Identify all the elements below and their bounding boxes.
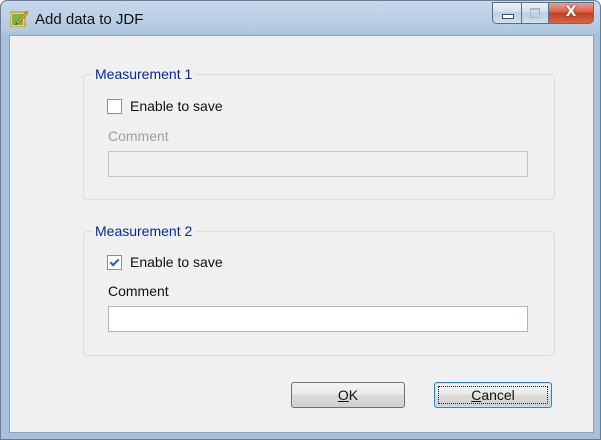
minimize-icon	[502, 14, 514, 19]
measurement-1-enable-checkbox[interactable]	[107, 98, 122, 114]
measurement-1-comment-field	[108, 151, 528, 177]
close-button[interactable]: X	[549, 2, 594, 24]
focus-rectangle	[438, 386, 548, 404]
measurement-1-group: Measurement 1 Enable to save Comment	[83, 66, 555, 200]
close-icon: X	[565, 4, 577, 20]
measurement-2-comment-field[interactable]	[108, 306, 528, 332]
ok-mnemonic: O	[337, 387, 349, 403]
ok-label: K	[348, 387, 359, 403]
measurement-1-enable-label[interactable]: Enable to save	[130, 98, 223, 114]
measurement-2-enable-label[interactable]: Enable to save	[130, 254, 223, 270]
ok-button[interactable]: OK	[291, 382, 405, 408]
caption-buttons: X	[492, 2, 594, 24]
dialog-window: Add data to JDF X Measurement 1 Enable t…	[0, 0, 601, 440]
app-pencil-icon	[10, 10, 28, 27]
measurement-2-enable-row[interactable]: Enable to save	[107, 254, 223, 270]
minimize-button[interactable]	[492, 2, 522, 24]
measurement-1-enable-row[interactable]: Enable to save	[107, 98, 223, 114]
window-title: Add data to JDF	[35, 11, 144, 28]
measurement-2-group: Measurement 2 Enable to save Comment	[83, 223, 555, 356]
measurement-2-enable-checkbox[interactable]	[107, 254, 122, 270]
maximize-icon	[530, 8, 540, 18]
dialog-client-area: Measurement 1 Enable to save Comment Mea…	[9, 35, 594, 433]
measurement-2-legend: Measurement 2	[92, 223, 196, 239]
title-bar[interactable]: Add data to JDF X	[1, 1, 600, 35]
cancel-button[interactable]: Cancel	[434, 382, 552, 408]
measurement-1-comment-label: Comment	[108, 128, 169, 144]
measurement-2-comment-label: Comment	[108, 283, 169, 299]
measurement-1-legend: Measurement 1	[92, 66, 196, 82]
maximize-button	[522, 2, 549, 24]
